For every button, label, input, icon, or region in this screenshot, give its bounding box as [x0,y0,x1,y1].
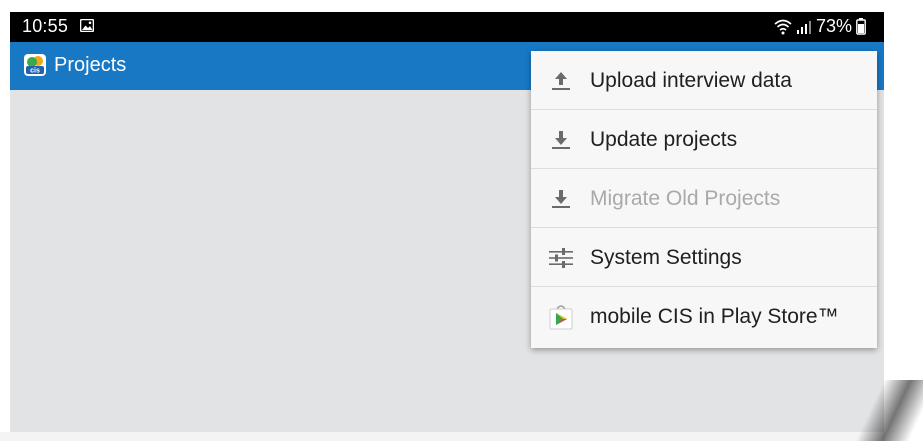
menu-item-label: Migrate Old Projects [590,187,781,210]
status-time: 10:55 [22,16,69,36]
menu-item-system-settings[interactable]: System Settings [531,228,877,287]
menu-item-label: System Settings [590,246,742,269]
gallery-icon [80,19,94,32]
cis-app-logo-icon: cis [24,54,46,76]
wifi-icon [774,19,792,34]
app-title: Projects [54,54,127,76]
menu-item-upload-interview-data[interactable]: Upload interview data [531,51,877,110]
menu-item-update-projects[interactable]: Update projects [531,110,877,169]
download-icon [545,184,577,214]
menu-item-label: Upload interview data [590,69,792,92]
menu-item-label: Update projects [590,128,738,151]
menu-item-play-store[interactable]: mobile CIS in Play Store™ [531,287,877,346]
menu-item-migrate-old-projects: Migrate Old Projects [531,169,877,228]
svg-text:cis: cis [30,68,40,75]
navigation-strip [0,432,885,441]
battery-icon [856,18,866,35]
menu-item-label: mobile CIS in Play Store™ [590,305,839,328]
sliders-icon [545,243,577,273]
status-indicators: 73% [774,16,866,37]
upload-icon [545,66,577,96]
device-frame: 10:55 73% cis Projects Upload interview … [0,0,923,441]
overflow-menu: Upload interview data Update projects Mi… [531,51,877,348]
play-store-icon [545,302,577,332]
download-icon [545,125,577,155]
signal-icon [796,20,811,34]
battery-percent: 73% [815,16,852,36]
status-bar: 10:55 73% [10,12,884,42]
